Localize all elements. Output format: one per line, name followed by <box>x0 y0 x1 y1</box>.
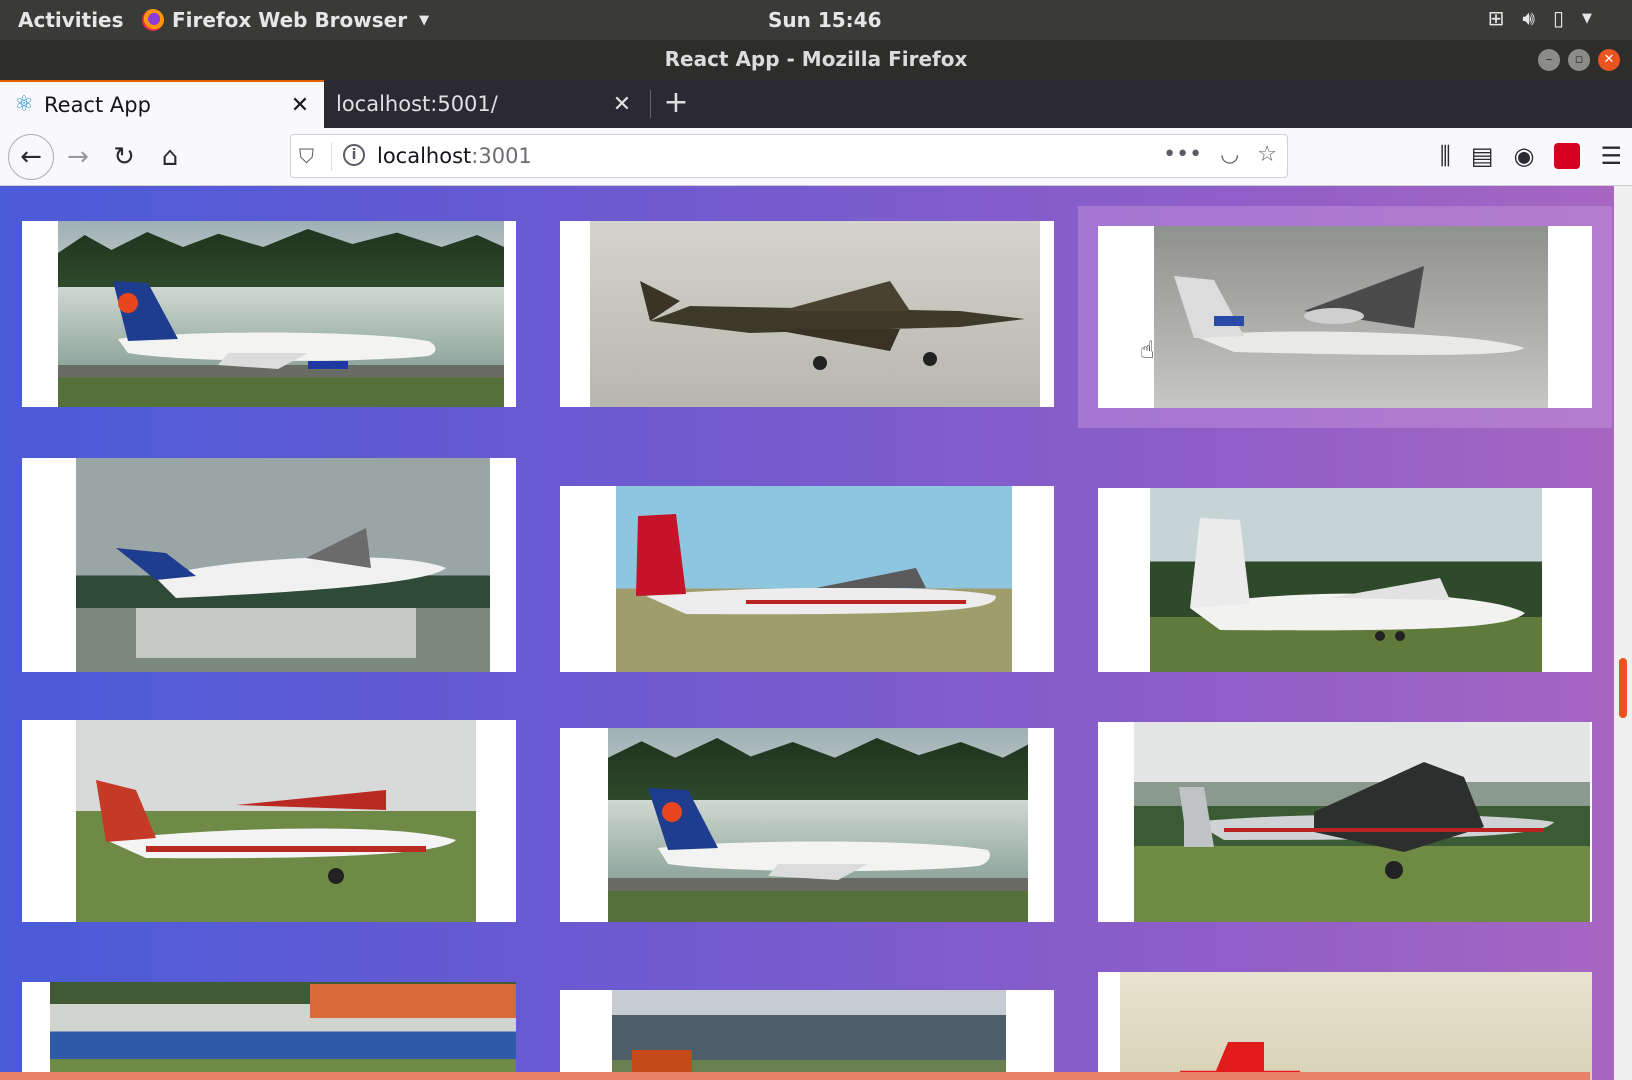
page-actions-icon[interactable]: ••• <box>1163 142 1202 167</box>
tab-strip: ⚛ React App ✕ localhost:5001/ ✕ + <box>0 80 1632 128</box>
bottom-border <box>0 1072 1590 1080</box>
aircraft-photo <box>1134 722 1590 922</box>
network-icon[interactable]: ⊞ <box>1488 6 1505 30</box>
aircraft-photo <box>616 486 1012 672</box>
aircraft-photo <box>590 221 1040 407</box>
app-menu-label: Firefox Web Browser <box>172 8 408 32</box>
url-port: :3001 <box>471 144 532 168</box>
mouse-cursor-icon: ☝ <box>1140 336 1155 364</box>
gallery-card[interactable] <box>1098 226 1592 408</box>
app-menu[interactable]: Firefox Web Browser ▼ <box>142 8 429 32</box>
chevron-down-icon: ▼ <box>419 12 430 28</box>
url-host: localhost <box>377 144 472 168</box>
close-window-button[interactable]: ✕ <box>1598 49 1620 71</box>
maximize-button[interactable]: ▫ <box>1568 49 1590 71</box>
gallery-card[interactable] <box>560 486 1054 672</box>
back-button[interactable]: ← <box>8 134 54 180</box>
account-icon[interactable]: ◉ <box>1514 142 1535 170</box>
gallery-card[interactable] <box>1098 488 1592 672</box>
url-bar[interactable]: ⛉ i localhost:3001 ••• ◡ ☆ <box>290 134 1288 178</box>
activities-button[interactable]: Activities <box>18 8 124 32</box>
menu-icon[interactable]: ☰ <box>1600 142 1622 170</box>
gallery-card[interactable] <box>1098 972 1592 1080</box>
gallery-card[interactable] <box>560 221 1054 407</box>
battery-icon[interactable]: ▯ <box>1553 6 1564 30</box>
aircraft-photo <box>76 458 490 672</box>
minimize-button[interactable]: – <box>1538 49 1560 71</box>
gallery-card[interactable] <box>1098 722 1592 922</box>
airfield-photo <box>50 982 516 1080</box>
url-text[interactable]: localhost:3001 <box>377 144 532 168</box>
clock[interactable]: Sun 15:46 <box>768 8 882 32</box>
system-top-bar: Activities Firefox Web Browser ▼ Sun 15:… <box>0 0 1632 40</box>
reload-button[interactable]: ↻ <box>104 138 144 178</box>
gallery-card[interactable] <box>22 982 516 1080</box>
window-title: React App - Mozilla Firefox <box>664 47 968 71</box>
aircraft-photo <box>58 221 504 407</box>
page-scrollbar[interactable] <box>1614 186 1632 1080</box>
page-content: ☝ <box>0 186 1632 1080</box>
info-icon[interactable]: i <box>343 144 365 166</box>
window-titlebar[interactable]: React App - Mozilla Firefox – ▫ ✕ <box>0 40 1632 80</box>
close-tab-icon[interactable]: ✕ <box>288 93 312 118</box>
library-icon[interactable]: ⫼ <box>1440 142 1451 170</box>
tab-react-app[interactable]: ⚛ React App ✕ <box>0 80 324 128</box>
tab-label: localhost:5001/ <box>336 92 498 116</box>
aircraft-photo <box>1150 488 1542 672</box>
aircraft-photo <box>608 728 1028 922</box>
close-tab-icon[interactable]: ✕ <box>610 92 634 117</box>
sidebar-icon[interactable]: ▤ <box>1471 142 1494 170</box>
system-tray[interactable]: ⊞ 🔊︎ ▯ ▼ <box>1488 6 1592 30</box>
scrollbar-thumb[interactable] <box>1619 658 1627 718</box>
pocket-icon[interactable]: ◡ <box>1220 142 1239 167</box>
gallery-card[interactable] <box>560 990 1054 1080</box>
forward-button[interactable]: → <box>58 138 98 178</box>
volume-icon[interactable]: 🔊︎ <box>1522 6 1535 30</box>
aircraft-photo <box>612 990 1006 1080</box>
navigation-toolbar: ← → ↻ ⌂ ⛉ i localhost:3001 ••• ◡ ☆ ⫼ ▤ ◉… <box>0 128 1632 186</box>
bookmark-star-icon[interactable]: ☆ <box>1257 142 1277 167</box>
tab-label: React App <box>44 93 151 117</box>
tab-localhost-5001[interactable]: localhost:5001/ ✕ <box>324 80 646 128</box>
aircraft-photo <box>1154 226 1548 408</box>
react-icon: ⚛ <box>14 92 34 117</box>
aircraft-photo <box>76 720 476 922</box>
chevron-down-icon[interactable]: ▼ <box>1582 11 1592 26</box>
gallery-card[interactable] <box>22 458 516 672</box>
aircraft-photo <box>1120 972 1592 1080</box>
gallery-card[interactable] <box>22 720 516 922</box>
home-button[interactable]: ⌂ <box>150 138 190 178</box>
extension-icon[interactable] <box>1554 143 1581 169</box>
gallery-card[interactable] <box>560 728 1054 922</box>
url-separator <box>331 143 332 171</box>
gallery-card[interactable] <box>22 221 516 407</box>
new-tab-button[interactable]: + <box>660 88 692 120</box>
tab-separator <box>650 90 651 118</box>
shield-icon[interactable]: ⛉ <box>299 144 314 168</box>
firefox-icon <box>142 9 164 31</box>
